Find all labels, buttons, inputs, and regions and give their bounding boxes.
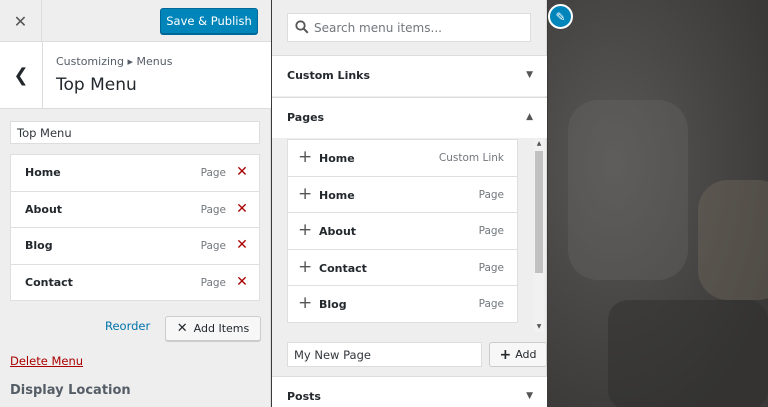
remove-icon[interactable]: ✕ [233,200,251,218]
preview-background [698,180,768,300]
menu-item-type: Page [200,276,226,289]
delete-menu-link[interactable]: Delete Menu [10,354,83,368]
scroll-down-icon[interactable]: ▼ [534,322,544,332]
customizer-sidebar: ✕ Save & Publish ❮ Customizing ▸ Menus T… [0,0,271,407]
item-type: Page [478,298,504,310]
list-item[interactable]: + Home Custom Link [287,139,518,177]
save-publish-button[interactable]: Save & Publish [160,8,258,34]
list-item[interactable]: + Contact Page [287,248,518,286]
plus-icon: + [499,346,512,363]
remove-icon[interactable]: ✕ [233,236,251,254]
scroll-up-icon[interactable]: ▲ [534,139,544,149]
item-type: Custom Link [438,152,504,164]
close-icon[interactable]: ✕ [0,0,42,42]
menu-item[interactable]: Blog Page ✕ [10,227,260,265]
menu-item[interactable]: Contact Page ✕ [10,263,260,301]
menu-item[interactable]: About Page ✕ [10,190,260,228]
menu-item-type: Page [200,167,226,179]
plus-icon: + [298,256,313,277]
new-page-title-field[interactable] [287,342,482,367]
reorder-link[interactable]: Reorder [105,319,150,333]
item-type: Page [478,225,504,237]
list-item[interactable]: + Blog Page [287,285,518,323]
scrollbar[interactable]: ▲ ▼ [534,139,544,332]
chevron-up-icon: ▲ [526,112,533,122]
section-title: Custom Links [287,69,371,82]
menu-item-type: Page [200,240,226,252]
display-location-heading: Display Location [10,383,131,398]
search-icon [295,20,309,34]
menu-items-list: Home Page ✕ About Page ✕ Blog Page ✕ Con… [10,154,260,301]
pencil-icon[interactable]: ✎ [548,4,573,29]
site-preview: ✎ [548,0,768,407]
item-title: Blog [319,298,347,311]
add-items-button[interactable]: ✕ Add Items [165,316,261,341]
pages-list: + Home Custom Link + Home Page + About P… [287,139,518,332]
chevron-down-icon: ▼ [526,70,533,80]
breadcrumb: Customizing ▸ Menus [56,55,173,68]
remove-icon[interactable]: ✕ [233,163,251,181]
section-custom-links[interactable]: Custom Links ▼ [272,55,547,96]
item-title: Contact [319,261,367,275]
section-title: Pages [287,111,325,124]
item-title: Home [319,188,355,202]
customizer-header: ✕ Save & Publish [0,0,271,42]
item-type: Page [478,188,504,201]
add-label: Add [515,348,537,361]
menu-item-title: About [25,202,63,216]
available-menu-items-panel: Custom Links ▼ Pages ▲ + Home Custom Lin… [272,0,547,407]
scroll-thumb[interactable] [535,151,543,273]
page-title: Top Menu [56,75,137,95]
search-input[interactable] [314,14,528,41]
preview-background [568,100,688,280]
menu-item-title: Blog [25,239,53,252]
item-title: About [319,225,357,238]
menu-item-title: Contact [25,275,73,289]
back-arrow-icon[interactable]: ❮ [0,42,43,109]
remove-icon[interactable]: ✕ [233,273,251,291]
section-header: ❮ Customizing ▸ Menus Top Menu [0,42,271,109]
list-item[interactable]: + About Page [287,212,518,250]
plus-icon: + [298,220,313,240]
plus-icon: + [298,183,313,204]
item-title: Home [319,152,355,165]
plus-icon: + [298,147,313,167]
plus-icon: + [298,293,313,313]
section-posts[interactable]: Posts ▼ [272,376,547,407]
menu-item[interactable]: Home Page ✕ [10,154,260,192]
menu-item-title: Home [25,166,61,179]
search-box [287,13,531,42]
preview-background [608,300,768,407]
chevron-down-icon: ▼ [526,391,533,401]
section-title: Posts [287,390,321,403]
section-pages[interactable]: Pages ▲ [272,97,547,138]
menu-item-type: Page [200,203,226,216]
close-icon: ✕ [176,321,188,336]
list-item[interactable]: + Home Page [287,175,518,213]
item-type: Page [478,261,504,274]
add-items-label: Add Items [193,322,250,335]
add-page-button[interactable]: + Add [489,342,547,367]
menu-name-field[interactable] [10,121,260,144]
